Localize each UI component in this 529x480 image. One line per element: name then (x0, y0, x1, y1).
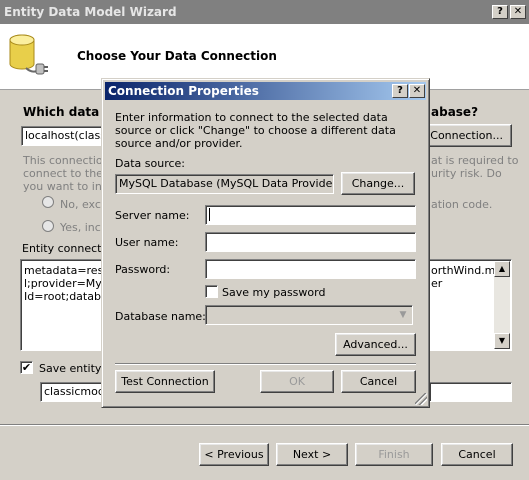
server-name-label: Server name: (115, 209, 190, 222)
entity-conn-right-2: er (431, 277, 443, 290)
connection-select[interactable]: localhost(classic (21, 126, 103, 146)
ok-button[interactable]: OK (260, 370, 334, 393)
desc-right-line-1: at is required to (431, 154, 519, 167)
password-label: Password: (115, 263, 171, 276)
finish-button[interactable]: Finish (355, 443, 433, 466)
change-button[interactable]: Change... (341, 172, 415, 195)
close-button[interactable]: ✕ (510, 5, 526, 19)
radio-exclude-label: No, excl (60, 198, 104, 211)
radio-exclude[interactable] (42, 196, 54, 208)
save-entity-checkbox[interactable]: ✔ (20, 361, 33, 374)
save-password-label: Save my password (222, 286, 326, 299)
desc-line-2: connect to the d (23, 167, 114, 180)
save-entity-input-tail[interactable] (429, 382, 512, 402)
save-password-checkbox[interactable] (205, 285, 218, 298)
desc-line-3: you want to incl (23, 180, 111, 193)
data-connection-question-tail: abase? (431, 105, 479, 119)
next-button[interactable]: Next > (276, 443, 348, 466)
entity-conn-right-1: orthWind.ms (431, 264, 502, 277)
desc-line-1: This connection (23, 154, 110, 167)
dialog-intro: Enter information to connect to the sele… (115, 111, 396, 150)
entity-conn-scrollbar[interactable]: ▲ ▼ (494, 261, 510, 349)
radio-exclude-label-tail: ation code. (431, 198, 493, 211)
text-cursor (209, 208, 210, 221)
user-name-input[interactable] (205, 232, 416, 252)
desc-right-line-2: urity risk. Do (431, 167, 502, 180)
database-plug-icon (9, 34, 48, 75)
dialog-divider (115, 363, 416, 365)
connection-properties-dialog: Connection Properties ? ✕ Enter informat… (101, 78, 430, 408)
test-connection-button[interactable]: Test Connection (115, 370, 215, 393)
dialog-title: Connection Properties (108, 84, 259, 98)
password-input[interactable] (205, 259, 416, 279)
chevron-down-icon[interactable]: ▼ (395, 307, 411, 323)
save-entity-input[interactable]: classicmode (40, 382, 104, 402)
wizard-title: Entity Data Model Wizard (4, 5, 177, 19)
page-title: Choose Your Data Connection (77, 49, 277, 63)
bottom-divider (0, 424, 529, 426)
dialog-help-button[interactable]: ? (392, 84, 408, 98)
radio-include[interactable] (42, 220, 54, 232)
server-name-input[interactable] (205, 205, 416, 225)
dialog-titlebar: Connection Properties (105, 82, 426, 100)
advanced-button[interactable]: Advanced... (335, 333, 416, 356)
entity-conn-line-3: Id=root;databa (24, 290, 108, 303)
dialog-close-button[interactable]: ✕ (409, 84, 425, 98)
resize-grip-icon[interactable] (415, 393, 427, 405)
entity-conn-line-2: l;provider=MyS (24, 277, 109, 290)
database-name-label: Database name: (115, 310, 206, 323)
help-button[interactable]: ? (492, 5, 508, 19)
previous-button[interactable]: < Previous (199, 443, 269, 466)
new-connection-button[interactable]: Connection... (420, 124, 512, 147)
data-source-label: Data source: (115, 157, 185, 170)
data-source-field: MySQL Database (MySQL Data Provider) (115, 174, 334, 194)
database-name-select[interactable] (205, 305, 413, 325)
scroll-up-arrow-icon[interactable]: ▲ (494, 261, 510, 277)
wizard-cancel-button[interactable]: Cancel (441, 443, 513, 466)
user-name-label: User name: (115, 236, 179, 249)
entity-conn-line-1: metadata=res: (24, 264, 108, 277)
dialog-cancel-button[interactable]: Cancel (341, 370, 416, 393)
radio-include-label: Yes, incl (60, 221, 104, 234)
scroll-down-arrow-icon[interactable]: ▼ (494, 333, 510, 349)
wizard-titlebar: Entity Data Model Wizard ? ✕ (0, 0, 529, 24)
